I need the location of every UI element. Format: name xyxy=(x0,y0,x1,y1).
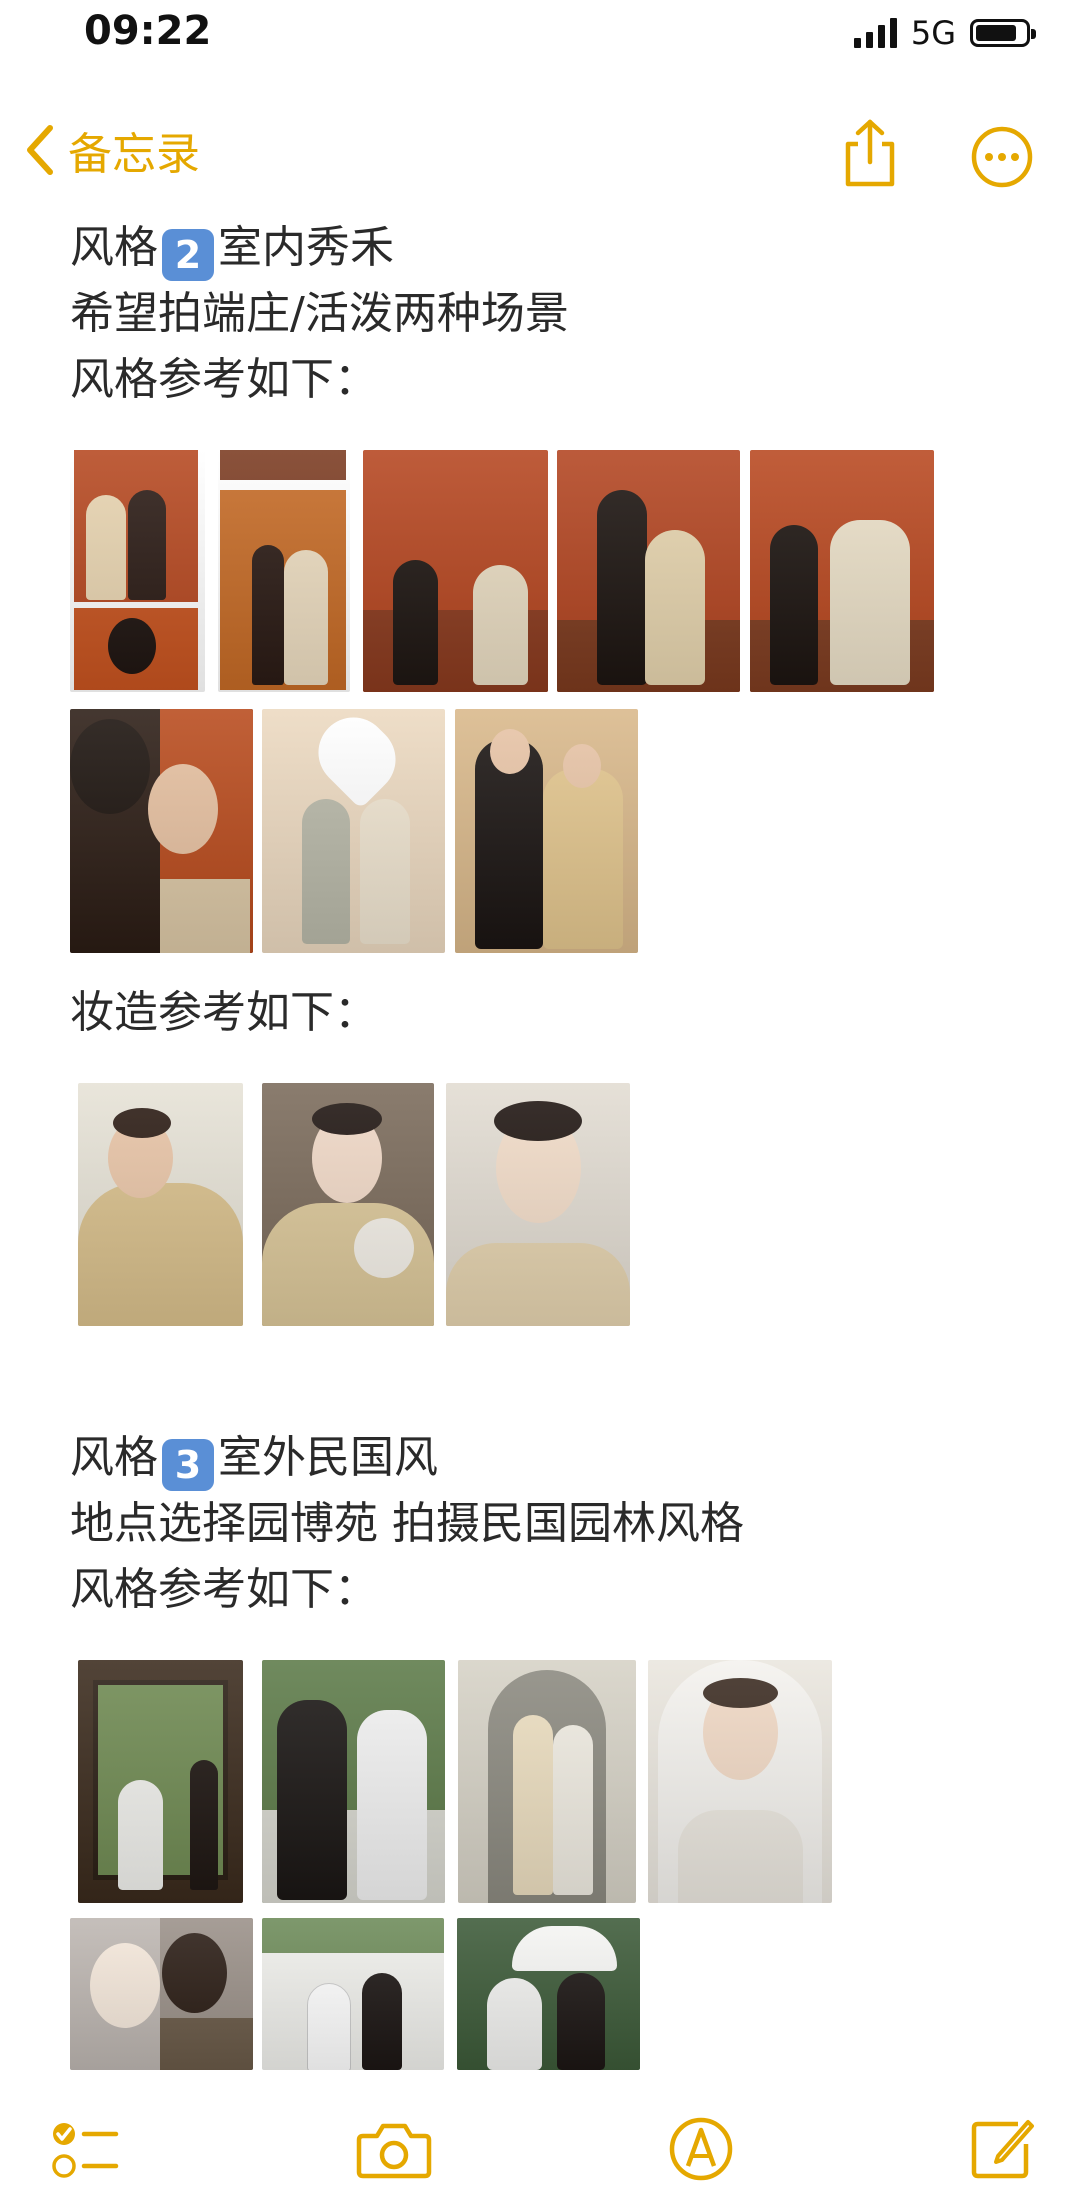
makeup-ref-label: 妆造参考如下： xyxy=(70,987,378,1038)
section-2-title: 室内秀禾 xyxy=(218,222,394,273)
photo-couple-garden[interactable] xyxy=(262,1660,445,1903)
photo-makeup-2[interactable] xyxy=(262,1083,434,1326)
section-3-prefix: 风格 xyxy=(70,1432,158,1483)
back-button[interactable]: 备忘录 xyxy=(22,118,200,182)
photo-couple-seated[interactable] xyxy=(363,450,548,692)
photo-collage-1[interactable] xyxy=(70,450,205,692)
photo-closeup-couple[interactable] xyxy=(70,709,253,953)
photo-parasol-couple[interactable] xyxy=(457,1918,640,2070)
share-icon[interactable] xyxy=(840,118,900,188)
checklist-icon[interactable] xyxy=(50,2118,120,2182)
back-label: 备忘录 xyxy=(68,129,200,180)
more-icon[interactable] xyxy=(970,125,1034,189)
photo-garden-window[interactable] xyxy=(78,1660,243,1903)
section-2-heading: 风格 2 室内秀禾 xyxy=(70,220,394,281)
compose-icon[interactable] xyxy=(968,2114,1036,2182)
camera-icon[interactable] xyxy=(355,2118,433,2182)
section-3-desc: 地点选择园博苑 拍摄民国园林风格 xyxy=(70,1498,744,1549)
photo-couple-playful[interactable] xyxy=(455,709,638,953)
photo-heart-balloon[interactable] xyxy=(262,709,445,953)
battery-icon xyxy=(970,19,1036,47)
photo-bride-portrait[interactable] xyxy=(648,1660,832,1903)
photo-couple-standing-2[interactable] xyxy=(750,450,934,692)
status-time: 09:22 xyxy=(84,8,212,54)
section-2-desc: 希望拍端庄/活泼两种场景 xyxy=(70,288,569,339)
photo-makeup-1[interactable] xyxy=(78,1083,243,1326)
chevron-left-icon xyxy=(27,125,53,175)
signal-icon xyxy=(853,18,897,48)
photo-veil-kiss[interactable] xyxy=(70,1918,253,2070)
section-2-style-ref: 风格参考如下： xyxy=(70,354,378,405)
number-3-badge: 3 xyxy=(162,1439,214,1491)
photo-bamboo-couple[interactable] xyxy=(262,1918,444,2070)
network-type: 5G xyxy=(910,14,956,52)
section-3-heading: 风格 3 室外民国风 xyxy=(70,1430,438,1491)
section-2-prefix: 风格 xyxy=(70,222,158,273)
photo-couple-standing-1[interactable] xyxy=(557,450,740,692)
number-2-badge: 2 xyxy=(162,229,214,281)
photo-couple-archway[interactable] xyxy=(458,1660,636,1903)
status-indicators: 5G xyxy=(853,14,1036,52)
photo-makeup-3[interactable] xyxy=(446,1083,630,1326)
markup-icon[interactable] xyxy=(668,2116,734,2182)
section-3-style-ref: 风格参考如下： xyxy=(70,1564,378,1615)
section-3-title: 室外民国风 xyxy=(218,1432,438,1483)
photo-collage-2[interactable] xyxy=(218,450,350,692)
